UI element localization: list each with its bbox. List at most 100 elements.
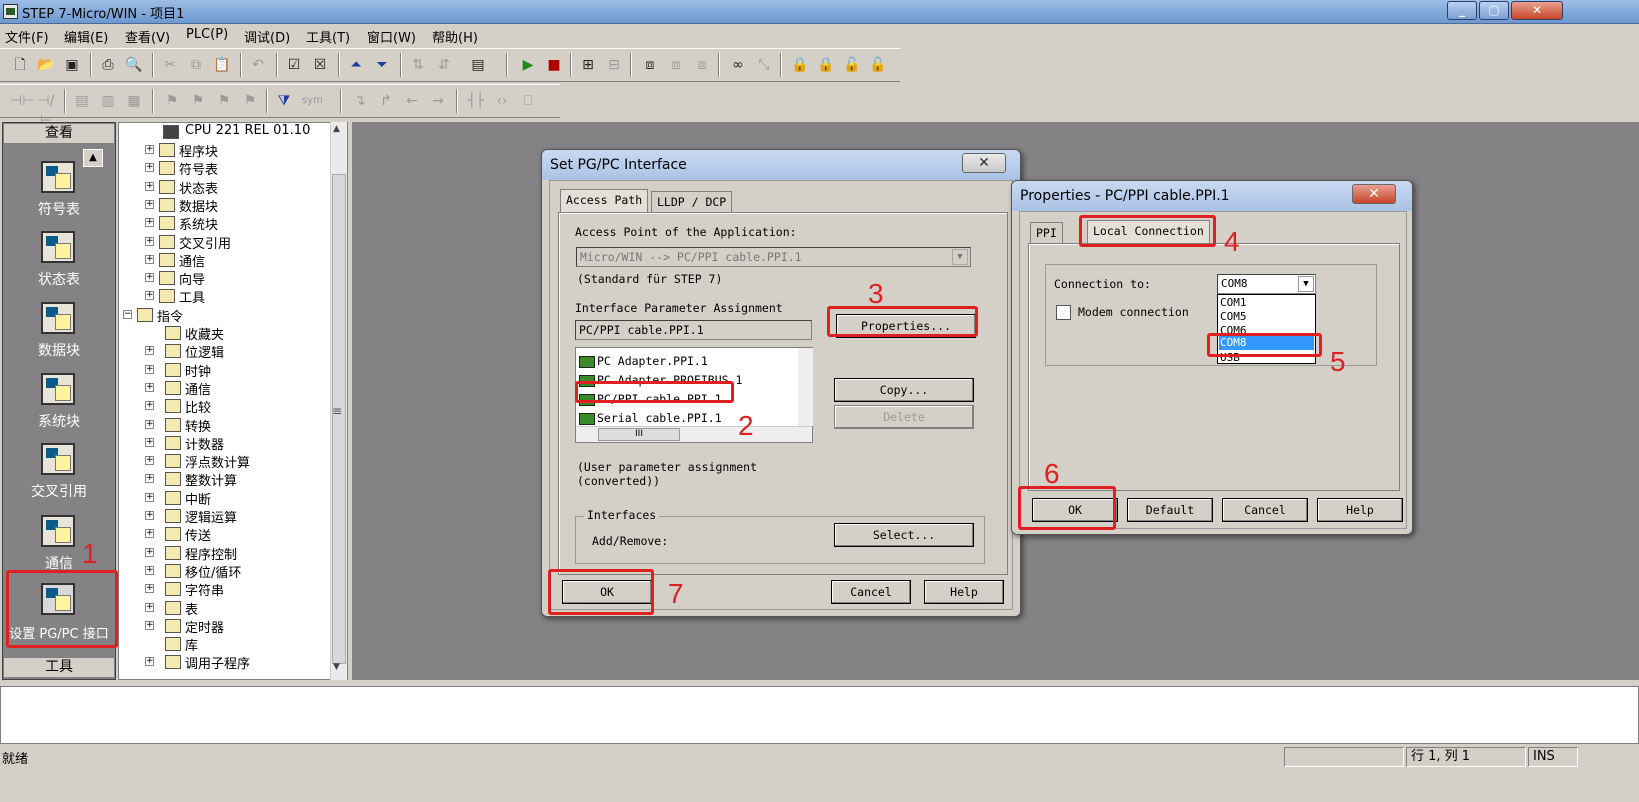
expand-icon[interactable]: + [145, 437, 154, 447]
nav-status-chart[interactable]: 状态表 [3, 229, 115, 299]
run-icon[interactable]: ▶ [518, 55, 538, 75]
nav-symbol-table[interactable]: 符号表 [3, 159, 115, 229]
line-left-icon[interactable]: ← [402, 91, 422, 111]
tab-lldp-dcp[interactable]: LLDP / DCP [651, 191, 733, 213]
expand-icon[interactable]: + [145, 236, 154, 246]
open-folder-icon[interactable]: 📂 [36, 55, 56, 75]
menu-window[interactable]: 窗口(W) [367, 27, 416, 46]
cancel-button[interactable]: Cancel [831, 580, 911, 604]
unforce-icon[interactable]: ⤡ [754, 55, 774, 75]
nav-footer[interactable]: 工具 [3, 657, 115, 678]
expand-icon[interactable]: + [145, 145, 154, 154]
symbol-icon[interactable]: sym [302, 91, 323, 111]
bookmark-icon[interactable]: ⚑ [162, 91, 182, 111]
force-icon[interactable]: ∞ [728, 55, 748, 75]
sort-desc-icon[interactable]: ⇵ [434, 55, 454, 75]
menu-file[interactable]: 文件(F) [5, 27, 49, 46]
output-window[interactable] [0, 686, 1639, 744]
nav-cross-reference[interactable]: 交叉引用 [3, 441, 115, 511]
menu-edit[interactable]: 编辑(E) [64, 27, 108, 46]
nav-header[interactable]: 查看 [3, 123, 115, 144]
tab-access-path[interactable]: Access Path [560, 189, 649, 213]
expand-icon[interactable]: + [145, 382, 154, 392]
minimize-button[interactable]: _ [1447, 1, 1477, 20]
coil-icon[interactable]: ‹› [492, 91, 512, 111]
save-icon[interactable]: ▣ [62, 55, 82, 75]
stop-icon[interactable]: ■ [544, 55, 564, 75]
expand-icon[interactable]: + [145, 584, 154, 594]
maximize-button[interactable]: ▢ [1479, 1, 1509, 20]
contact-icon[interactable]: ┤├ [466, 91, 486, 111]
chevron-down-icon[interactable]: ▼ [952, 249, 968, 265]
menu-plc[interactable]: PLC(P) [186, 27, 228, 42]
splitter-grip-icon[interactable]: ≡ [332, 404, 342, 418]
cut-icon[interactable]: ✂ [160, 55, 180, 75]
expand-icon[interactable]: + [145, 273, 154, 283]
expand-icon[interactable]: + [145, 181, 154, 191]
list-hscroll[interactable]: III [576, 426, 812, 442]
menu-view[interactable]: 查看(V) [125, 27, 170, 46]
pause-status-icon[interactable]: ⊟ [604, 55, 624, 75]
copy-button[interactable]: Copy... [834, 378, 974, 402]
expand-icon[interactable]: + [145, 291, 154, 301]
modem-checkbox[interactable] [1056, 305, 1071, 320]
menu-debug[interactable]: 调试(D) [244, 27, 290, 46]
scroll-thumb[interactable] [332, 174, 346, 664]
compile-icon[interactable]: ☑ [284, 55, 304, 75]
unlock2-icon[interactable]: 🔓 [868, 55, 888, 75]
delete-network-icon[interactable]: ▥ [98, 91, 118, 111]
close-icon[interactable]: ✕ [1352, 184, 1396, 204]
write-all-icon[interactable]: ⧈ [692, 55, 712, 75]
option-com5[interactable]: COM5 [1220, 310, 1247, 323]
options-icon[interactable]: ▤ [468, 55, 488, 75]
collapse-icon[interactable]: − [123, 309, 132, 319]
clear-bookmark-icon[interactable]: ⚑ [240, 91, 260, 111]
tab-ppi[interactable]: PPI [1030, 222, 1063, 244]
help-button[interactable]: Help [1317, 498, 1403, 522]
expand-icon[interactable]: + [145, 529, 154, 539]
compile-all-icon[interactable]: ☒ [310, 55, 330, 75]
access-point-select[interactable]: Micro/WIN --> PC/PPI cable.PPI.1 ▼ [576, 247, 971, 267]
lock-icon[interactable]: 🔒 [790, 55, 810, 75]
next-bookmark-icon[interactable]: ⚑ [188, 91, 208, 111]
select-button[interactable]: Select... [834, 523, 974, 547]
expand-icon[interactable]: + [145, 401, 154, 411]
download-icon[interactable]: ⏷ [372, 55, 392, 75]
expand-icon[interactable]: + [145, 492, 154, 502]
list-vscroll[interactable] [798, 348, 813, 426]
paste-icon[interactable]: 📋 [212, 55, 232, 75]
delete-button[interactable]: Delete [834, 405, 974, 429]
chevron-down-icon[interactable]: ▼ [1298, 276, 1314, 292]
expand-icon[interactable]: + [145, 547, 154, 557]
expand-icon[interactable]: + [145, 565, 154, 575]
new-file-icon[interactable]: 🗋 [10, 55, 30, 75]
expand-icon[interactable]: + [145, 511, 154, 520]
apply-symbols-icon[interactable]: ⧩ [274, 91, 294, 111]
program-status-icon[interactable]: ⊞ [578, 55, 598, 75]
print-preview-icon[interactable]: 🔍 [124, 55, 144, 75]
contact-no-icon[interactable]: ⊣⊢ [10, 91, 34, 111]
nav-data-block[interactable]: 数据块 [3, 300, 115, 370]
expand-icon[interactable]: + [145, 163, 154, 173]
chart-status-icon[interactable]: ⧈ [640, 55, 660, 75]
list-item[interactable]: PC Adapter.PPI.1 [579, 354, 708, 372]
option-com6[interactable]: COM6 [1220, 324, 1247, 333]
close-icon[interactable]: ✕ [1511, 1, 1563, 20]
copy-icon[interactable]: ⧉ [186, 55, 206, 75]
connection-select[interactable]: COM8 ▼ [1217, 274, 1316, 294]
line-right-icon[interactable]: → [428, 91, 448, 111]
expand-icon[interactable]: + [145, 620, 154, 630]
undo-icon[interactable]: ↶ [248, 55, 268, 75]
unlock-icon[interactable]: 🔓 [842, 55, 862, 75]
contact-nc-icon[interactable]: ⊣/⊢ [36, 91, 56, 129]
single-read-icon[interactable]: ⧈ [666, 55, 686, 75]
line-down-icon[interactable]: ↴ [350, 91, 370, 111]
toggle-grid-icon[interactable]: ▦ [124, 91, 144, 111]
scroll-down-arrow-icon[interactable]: ▼ [333, 662, 340, 672]
close-icon[interactable]: ✕ [962, 153, 1006, 173]
menu-help[interactable]: 帮助(H) [432, 27, 478, 46]
box-icon[interactable]: ⎕ [518, 91, 538, 111]
default-button[interactable]: Default [1127, 498, 1213, 522]
param-assignment-field[interactable]: PC/PPI cable.PPI.1 [575, 320, 812, 340]
menu-tools[interactable]: 工具(T) [306, 27, 350, 46]
